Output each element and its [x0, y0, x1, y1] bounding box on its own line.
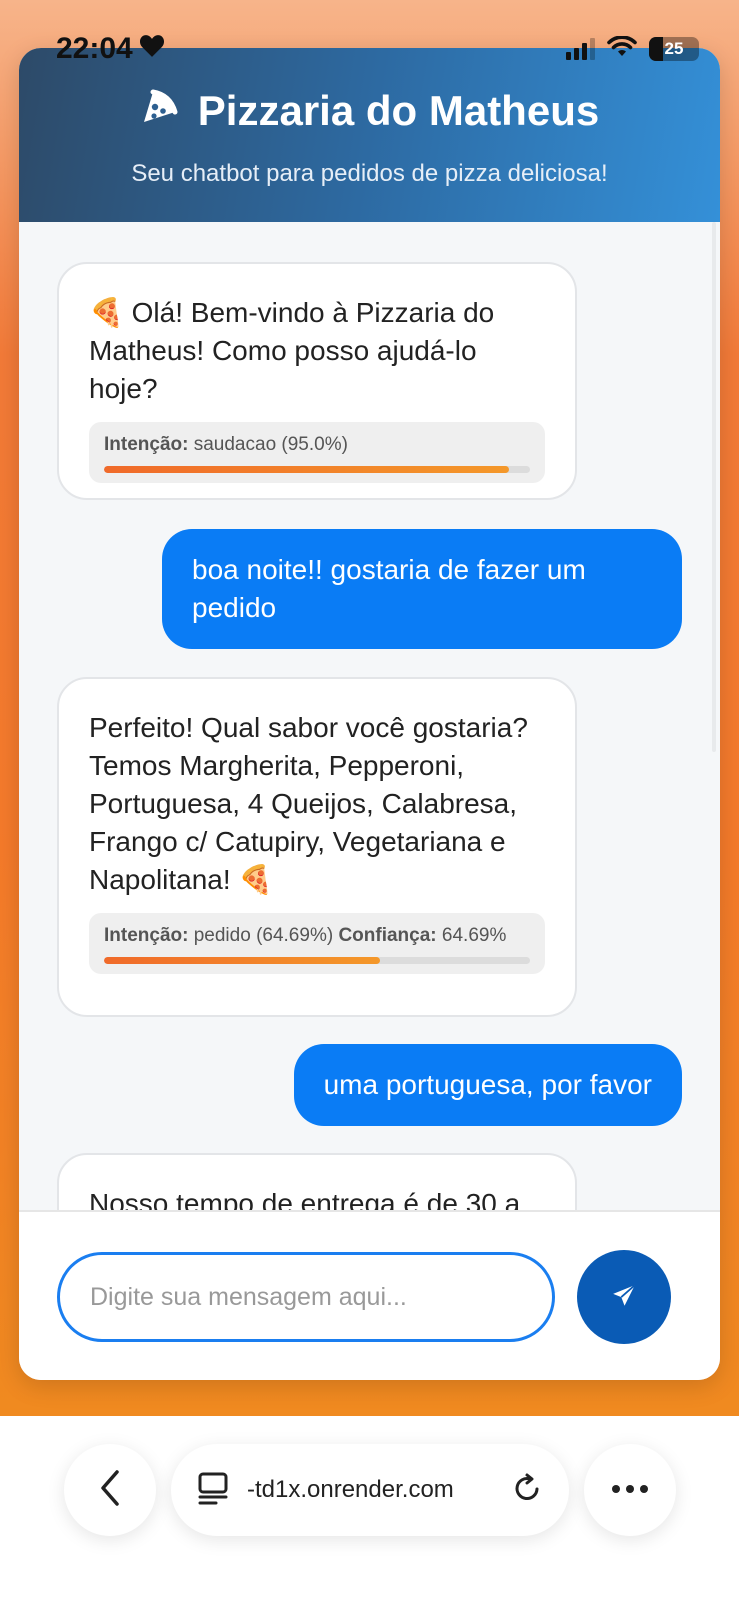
status-bar: 22:04 25 [0, 28, 739, 70]
chat-app: Pizzaria do Matheus Seu chatbot para ped… [19, 48, 720, 1380]
send-button[interactable] [577, 1250, 671, 1344]
battery-icon: 25 [649, 37, 699, 61]
battery-level: 25 [664, 39, 684, 58]
message-text: Perfeito! Qual sabor você gostaria? Temo… [89, 712, 528, 895]
reload-icon[interactable] [511, 1472, 543, 1509]
more-dots-icon [610, 1481, 650, 1499]
back-button[interactable] [64, 1444, 156, 1536]
paper-plane-icon [611, 1283, 637, 1312]
status-time: 22:04 [56, 32, 165, 66]
confidence-label: Confiança: [338, 925, 437, 946]
more-button[interactable] [584, 1444, 676, 1536]
confidence-bar-fill [104, 466, 509, 473]
clock: 22:04 [56, 32, 133, 65]
app-subtitle: Seu chatbot para pedidos de pizza delici… [131, 160, 608, 187]
app-header: Pizzaria do Matheus Seu chatbot para ped… [19, 48, 720, 222]
intent-label: Intenção: [104, 925, 189, 946]
intent-label: Intenção: [104, 434, 189, 455]
intent-info: Intenção: pedido (64.69%) Confiança: 64.… [89, 913, 545, 974]
message-text: 🍕 Olá! Bem-vindo à Pizzaria do Matheus! … [89, 297, 495, 404]
app-title: Pizzaria do Matheus [19, 86, 720, 136]
intent-value: pedido (64.69%) [193, 925, 334, 946]
scrollbar[interactable] [712, 222, 716, 752]
user-message: boa noite!! gostaria de fazer um pedido [162, 529, 682, 649]
cellular-signal-icon [566, 38, 595, 60]
user-message: uma portuguesa, por favor [293, 1044, 682, 1126]
app-title-text: Pizzaria do Matheus [197, 87, 600, 134]
chevron-left-icon [96, 1468, 124, 1513]
address-bar[interactable]: -td1x.onrender.com [171, 1444, 569, 1536]
confidence-bar [104, 466, 530, 473]
intent-info: Intenção: saudacao (95.0%) [89, 422, 545, 483]
pizza-slice-icon [140, 86, 180, 136]
confidence-value: 64.69% [441, 925, 507, 946]
message-composer [19, 1210, 720, 1380]
tab-overview-icon[interactable] [197, 1471, 229, 1510]
confidence-bar-fill [104, 957, 380, 964]
wifi-icon [607, 34, 637, 63]
intent-value: saudacao (95.0%) [193, 434, 348, 455]
bot-message: 🍕 Olá! Bem-vindo à Pizzaria do Matheus! … [57, 262, 577, 500]
message-input[interactable] [57, 1252, 555, 1342]
heart-icon [139, 32, 165, 66]
message-text: boa noite!! gostaria de fazer um pedido [192, 554, 586, 623]
bot-message: Perfeito! Qual sabor você gostaria? Temo… [57, 677, 577, 1017]
confidence-bar [104, 957, 530, 964]
message-text: uma portuguesa, por favor [323, 1069, 652, 1100]
url-text[interactable]: -td1x.onrender.com [247, 1476, 493, 1504]
chat-messages[interactable]: 🍕 Olá! Bem-vindo à Pizzaria do Matheus! … [19, 222, 720, 1257]
status-icons: 25 [566, 34, 699, 63]
browser-toolbar: -td1x.onrender.com [0, 1416, 739, 1600]
